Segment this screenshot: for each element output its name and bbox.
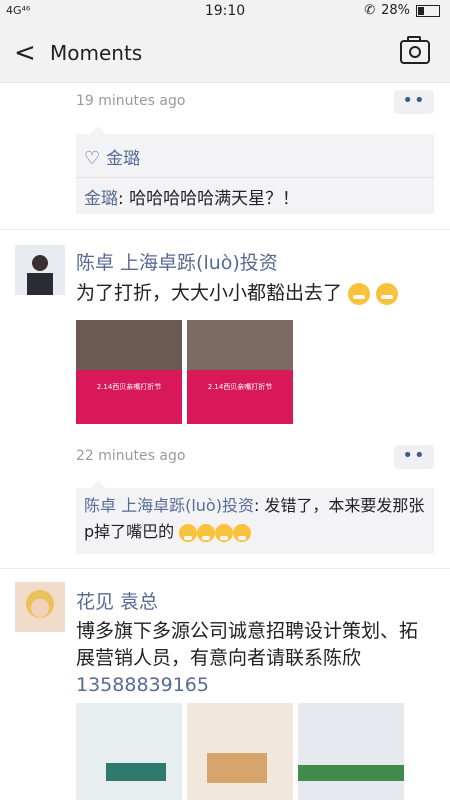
grinning-emoji-icon [376, 282, 399, 305]
battery-level: 28% [381, 3, 410, 18]
more-options-button[interactable]: •• [394, 90, 434, 114]
laughing-emoji-icon [233, 523, 252, 542]
grinning-emoji-icon [348, 282, 371, 305]
post-image[interactable] [298, 703, 404, 800]
post-author[interactable]: 花见 袁总 [76, 587, 158, 614]
post-image[interactable] [76, 703, 182, 800]
laughing-emoji-icon [197, 523, 216, 542]
person-avatar-icon [15, 245, 65, 295]
post-time: 22 minutes ago [76, 448, 186, 464]
reception-area [207, 753, 267, 783]
comment-text: : 哈哈哈哈哈满天星？！ [118, 189, 300, 209]
comment-line[interactable]: 陈卓 上海卓跞(luò)投资: 发错了，本来要发那张p掉了嘴巴的 [76, 488, 434, 553]
heart-icon: ♡ [84, 148, 101, 169]
comment-box: ♡ 金璐 金璐: 哈哈哈哈哈满天星？！ [76, 126, 434, 214]
likes-row: ♡ 金璐 [76, 134, 434, 178]
post-text: 为了打折，大大小小都豁出去了 [76, 280, 424, 307]
laughing-emoji-icon [215, 523, 234, 542]
post-text-content: 为了打折，大大小小都豁出去了 [76, 282, 343, 304]
more-options-button[interactable]: •• [394, 445, 434, 469]
comment-author[interactable]: 陈卓 上海卓跞(luò)投资 [84, 496, 254, 515]
post-author[interactable]: 陈卓 上海卓跞(luò)投资 [76, 248, 278, 275]
app-header: < Moments [0, 24, 450, 83]
image-banner-text: 2.14西贝亲嘴打折节 [207, 383, 273, 391]
call-icon: ✆ [364, 3, 376, 18]
post-time: 19 minutes ago [76, 93, 186, 109]
image-banner-text: 2.14西贝亲嘴打折节 [96, 383, 162, 391]
photo-area [76, 320, 182, 370]
post-image[interactable] [187, 703, 293, 800]
phone-link[interactable]: 13588839165 [76, 674, 209, 696]
comment-author[interactable]: 金璐 [84, 189, 118, 209]
post-text: 博多旗下多源公司诚意招聘设计策划、拓展营销人员，有意向者请联系陈欣 1358883… [76, 618, 424, 699]
status-right: ✆ 28% [364, 3, 440, 18]
post-image[interactable]: 2.14西贝亲嘴打折节 [187, 320, 293, 424]
back-icon[interactable]: < [14, 38, 36, 68]
page-title: Moments [50, 41, 143, 65]
battery-icon [416, 4, 440, 17]
divider [0, 229, 450, 230]
camera-icon[interactable] [400, 36, 430, 64]
divider [0, 568, 450, 569]
person-avatar-icon [15, 582, 65, 632]
office-desks-area [298, 765, 404, 781]
photo-area [187, 320, 293, 370]
avatar[interactable] [15, 582, 65, 632]
pool-table-area [106, 763, 166, 781]
comment-box: 陈卓 上海卓跞(luò)投资: 发错了，本来要发那张p掉了嘴巴的 [76, 480, 434, 554]
avatar[interactable] [15, 245, 65, 295]
laughing-emoji-icon [179, 523, 198, 542]
like-name[interactable]: 金璐 [106, 149, 140, 169]
status-bar: 4G⁴⁶ 19:10 ✆ 28% [0, 0, 450, 24]
post-text-content: 博多旗下多源公司诚意招聘设计策划、拓展营销人员，有意向者请联系陈欣 [76, 620, 419, 669]
post-image[interactable]: 2.14西贝亲嘴打折节 [76, 320, 182, 424]
comment-line[interactable]: 金璐: 哈哈哈哈哈满天星？！ [76, 178, 434, 220]
